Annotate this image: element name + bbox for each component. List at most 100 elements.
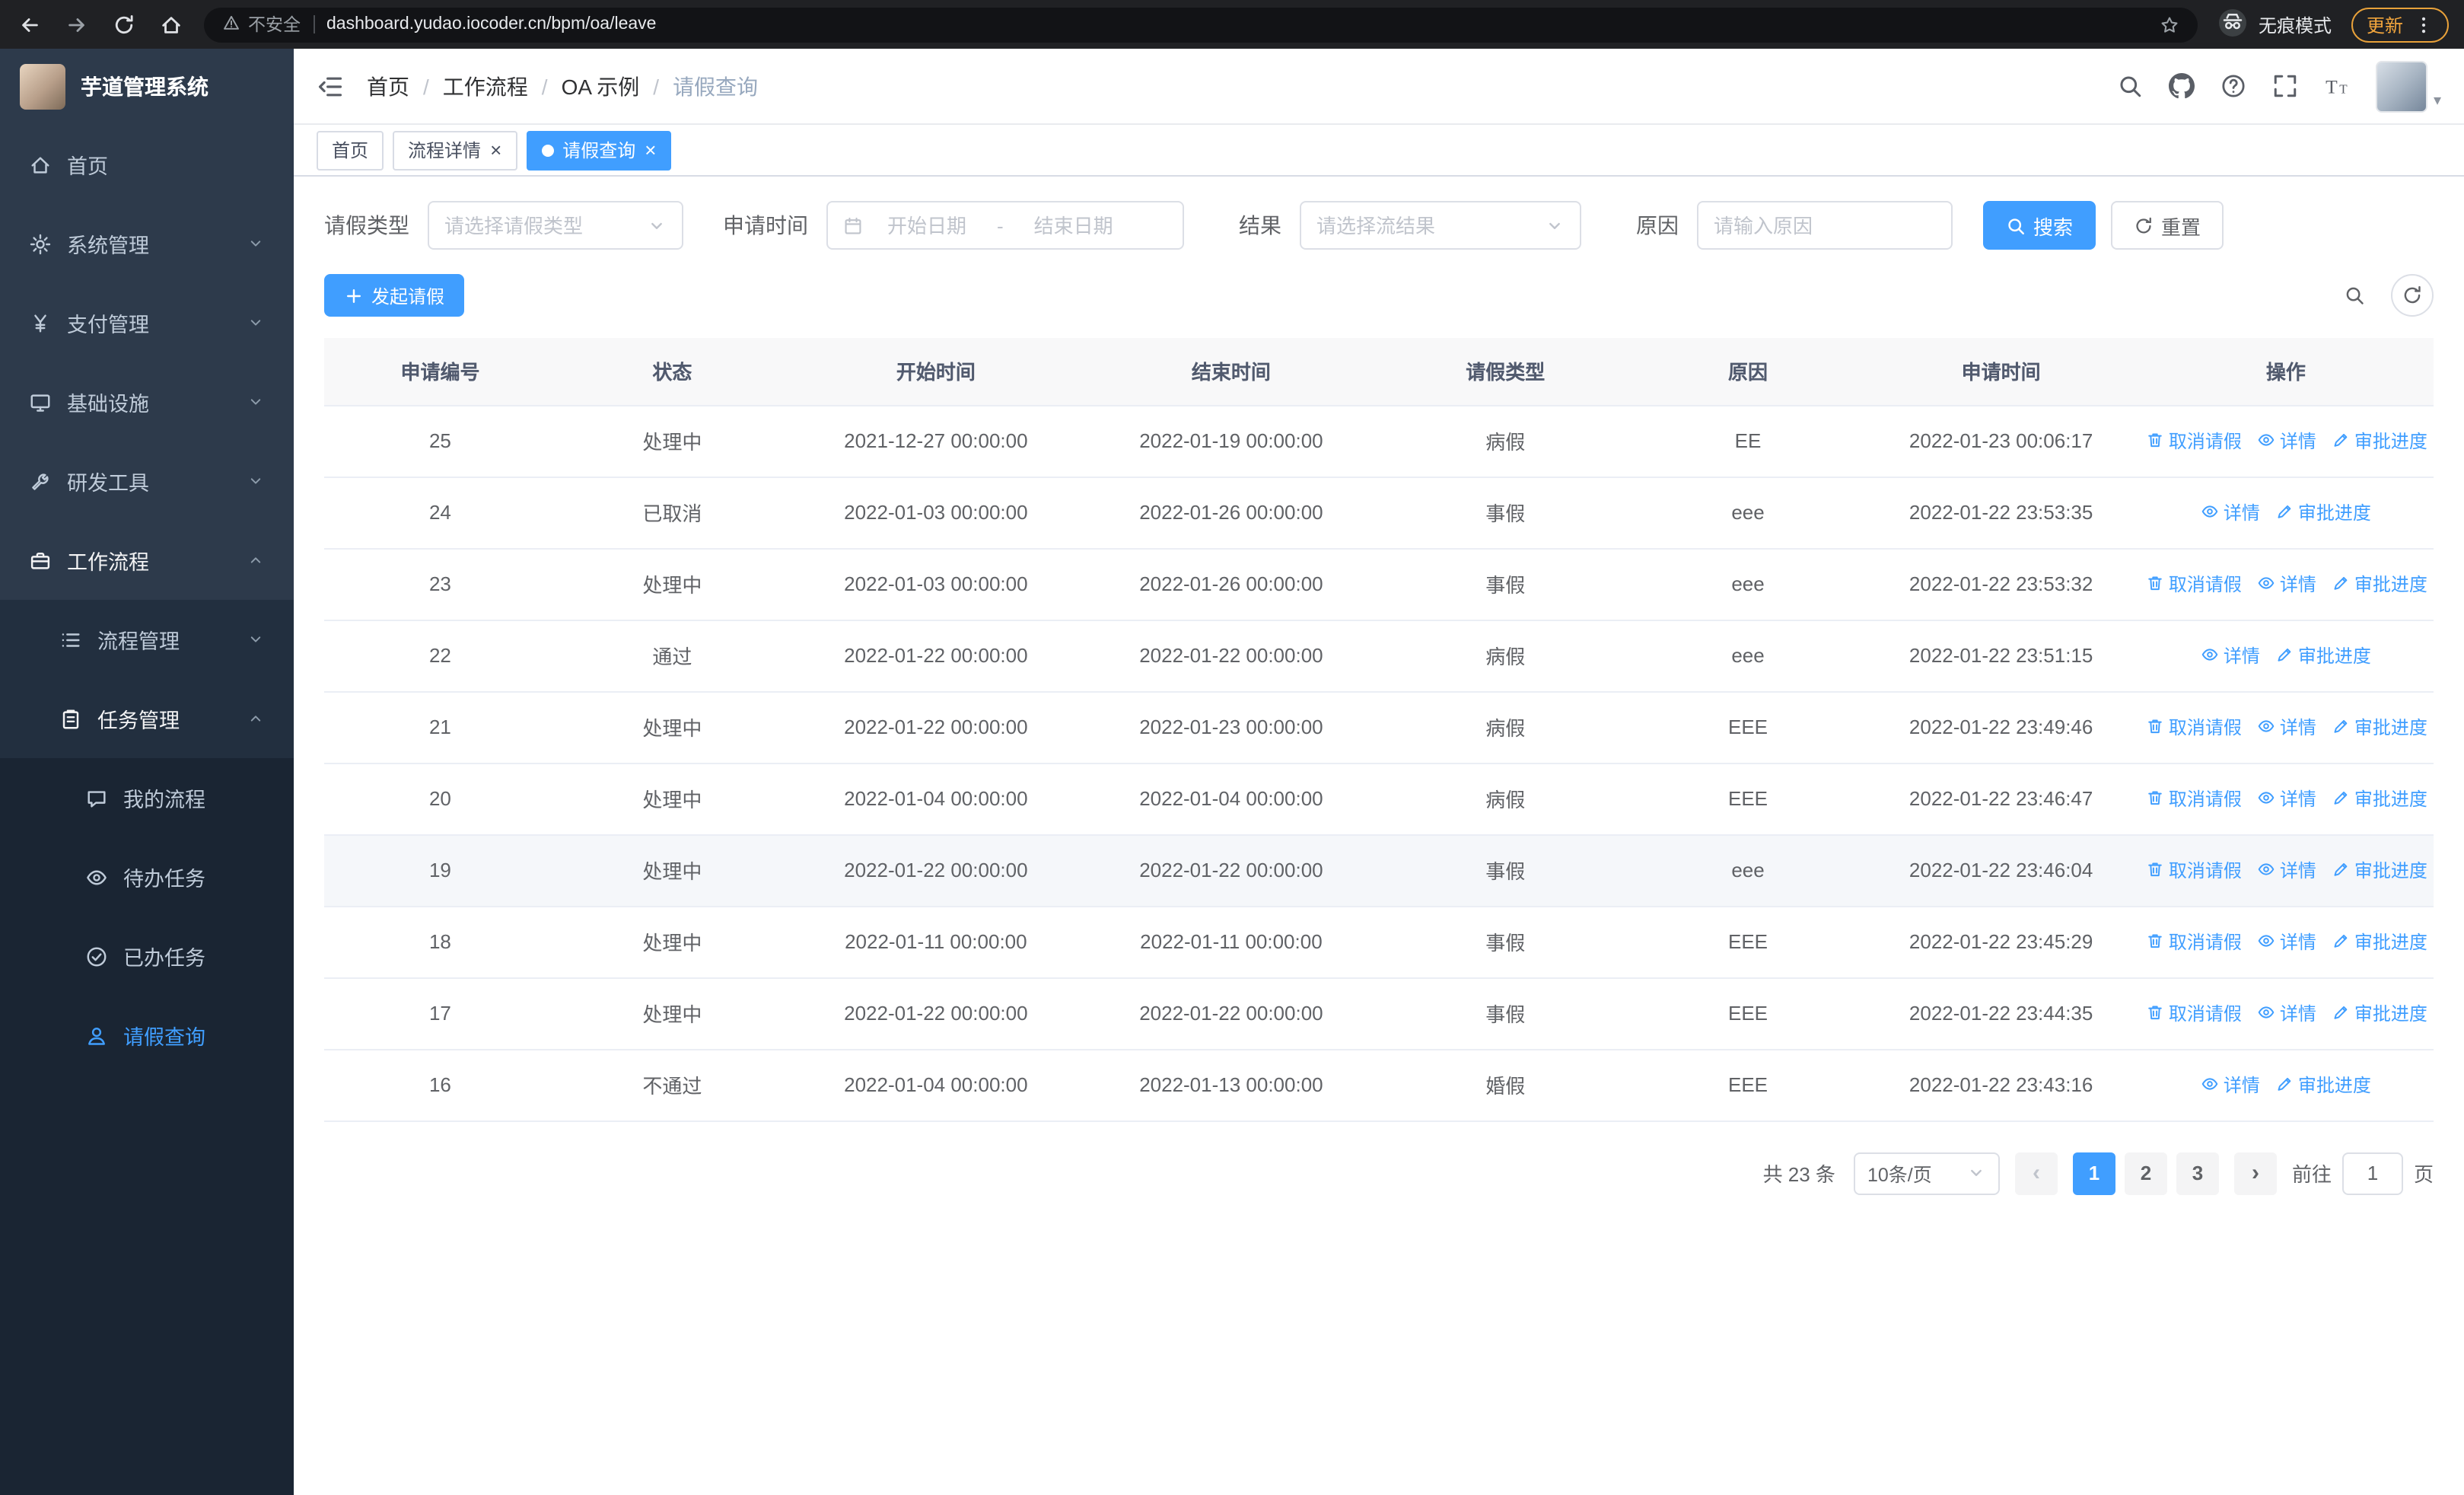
detail-link[interactable]: 详情 [2257, 929, 2316, 955]
table-row: 22 通过 2022-01-22 00:00:00 2022-01-22 00:00:… [324, 620, 2434, 692]
sidebar-item-task-mgmt[interactable]: 任务管理 [0, 679, 294, 758]
detail-link[interactable]: 详情 [2257, 1000, 2316, 1026]
search-icon[interactable] [2117, 73, 2143, 99]
cell-type: 婚假 [1378, 1049, 1632, 1121]
toolbar-search-icon[interactable] [2333, 274, 2376, 317]
page-button-3[interactable]: 3 [2176, 1152, 2219, 1194]
cancel-link[interactable]: 取消请假 [2146, 714, 2242, 740]
cell-actions: 详情 审批进度 [2138, 477, 2434, 549]
close-icon[interactable]: × [490, 140, 501, 160]
browser-menu-icon[interactable] [2414, 14, 2434, 34]
cell-actions: 取消请假 详情 审批进度 [2138, 834, 2434, 907]
sidebar-item-workflow[interactable]: 工作流程 [0, 521, 294, 600]
progress-link[interactable]: 审批进度 [2332, 1000, 2427, 1026]
chevron-up-icon [247, 709, 265, 728]
next-page-button[interactable]: › [2233, 1152, 2277, 1194]
sidebar-item-system[interactable]: 系统管理 [0, 204, 294, 283]
breadcrumb-item[interactable]: 工作流程 [443, 71, 528, 101]
browser-home-icon[interactable] [157, 11, 184, 38]
reload-icon[interactable] [110, 11, 137, 38]
app-logo[interactable]: 芋道管理系统 [0, 49, 294, 125]
detail-link[interactable]: 详情 [2201, 499, 2260, 525]
chevron-down-icon [247, 630, 265, 649]
prev-page-button[interactable]: ‹ [2014, 1152, 2058, 1194]
cancel-link[interactable]: 取消请假 [2146, 857, 2242, 883]
tab-process-detail[interactable]: 流程详情 × [393, 130, 517, 170]
leave-type-select[interactable] [428, 201, 683, 250]
detail-link[interactable]: 详情 [2201, 642, 2260, 668]
sidebar-item-my-process[interactable]: 我的流程 [0, 758, 294, 837]
forward-icon[interactable] [62, 11, 90, 38]
sidebar-item-leave-query[interactable]: 请假查询 [0, 996, 294, 1075]
cell-status: 不通过 [556, 1049, 788, 1121]
sidebar-item-todo-task[interactable]: 待办任务 [0, 837, 294, 916]
detail-link[interactable]: 详情 [2257, 857, 2316, 883]
end-date-input[interactable] [1018, 214, 1129, 237]
eye-icon [85, 865, 108, 888]
cell-start: 2022-01-22 00:00:00 [788, 620, 1084, 692]
back-icon[interactable] [15, 11, 43, 38]
progress-link-label: 审批进度 [2354, 859, 2427, 881]
page-button-1[interactable]: 1 [2072, 1152, 2115, 1194]
cell-status: 通过 [556, 620, 788, 692]
progress-link[interactable]: 审批进度 [2332, 714, 2427, 740]
cancel-link[interactable]: 取消请假 [2146, 1000, 2242, 1026]
bookmark-star-icon[interactable] [2160, 14, 2179, 34]
progress-link[interactable]: 审批进度 [2332, 857, 2427, 883]
cancel-link[interactable]: 取消请假 [2146, 929, 2242, 955]
collapse-sidebar-icon[interactable] [317, 72, 344, 100]
security-warning[interactable]: 不安全 [222, 12, 301, 37]
search-button[interactable]: 搜索 [1983, 201, 2096, 250]
page-button-2[interactable]: 2 [2124, 1152, 2167, 1194]
detail-link[interactable]: 详情 [2257, 428, 2316, 454]
tab-home[interactable]: 首页 [317, 130, 384, 170]
detail-link[interactable]: 详情 [2257, 786, 2316, 811]
github-icon[interactable] [2168, 73, 2195, 99]
cancel-link[interactable]: 取消请假 [2146, 571, 2242, 597]
help-icon[interactable] [2220, 73, 2246, 99]
sidebar-item-infrastructure[interactable]: 基础设施 [0, 362, 294, 441]
start-date-input[interactable] [872, 214, 982, 237]
cancel-link[interactable]: 取消请假 [2146, 786, 2242, 811]
page-size-select[interactable]: 10条/页 [1853, 1152, 2000, 1194]
detail-link[interactable]: 详情 [2201, 1072, 2260, 1098]
toolbar-refresh-icon[interactable] [2391, 274, 2434, 317]
goto-page-input[interactable] [2341, 1152, 2403, 1194]
delete-icon [2146, 932, 2164, 951]
browser-update-button[interactable]: 更新 [2351, 7, 2449, 42]
date-range-picker[interactable]: - [826, 201, 1184, 250]
progress-link[interactable]: 审批进度 [2275, 499, 2371, 525]
progress-link[interactable]: 审批进度 [2332, 571, 2427, 597]
sidebar-item-process-mgmt[interactable]: 流程管理 [0, 600, 294, 679]
leave-type-input[interactable] [444, 214, 638, 237]
breadcrumb-item[interactable]: 首页 [367, 71, 409, 101]
sidebar-item-payment[interactable]: 支付管理 [0, 283, 294, 362]
sidebar-item-dev-tools[interactable]: 研发工具 [0, 441, 294, 521]
reason-field[interactable] [1697, 201, 1953, 250]
detail-link[interactable]: 详情 [2257, 571, 2316, 597]
user-menu[interactable]: ▾ [2375, 60, 2441, 112]
sidebar-item-home[interactable]: 首页 [0, 125, 294, 204]
result-select[interactable] [1300, 201, 1581, 250]
address-bar[interactable]: 不安全 dashboard.yudao.iocoder.cn/bpm/oa/le… [204, 7, 2198, 42]
reset-button[interactable]: 重置 [2111, 201, 2224, 250]
progress-link[interactable]: 审批进度 [2275, 642, 2371, 668]
breadcrumb-item[interactable]: OA 示例 [562, 71, 640, 101]
result-input[interactable] [1316, 214, 1536, 237]
progress-link[interactable]: 审批进度 [2332, 428, 2427, 454]
progress-link-label: 审批进度 [2354, 788, 2427, 810]
close-icon[interactable]: × [645, 140, 656, 160]
cell-id: 20 [324, 763, 556, 835]
progress-link[interactable]: 审批进度 [2332, 786, 2427, 811]
create-leave-button[interactable]: 发起请假 [324, 274, 465, 317]
font-size-icon[interactable]: TT [2324, 73, 2350, 99]
detail-link[interactable]: 详情 [2257, 714, 2316, 740]
progress-link[interactable]: 审批进度 [2275, 1072, 2371, 1098]
reason-input[interactable] [1714, 214, 1936, 237]
fullscreen-icon[interactable] [2272, 73, 2298, 99]
column-header: 申请时间 [1864, 338, 2138, 406]
progress-link[interactable]: 审批进度 [2332, 929, 2427, 955]
sidebar-item-done-task[interactable]: 已办任务 [0, 916, 294, 996]
tab-leave-query[interactable]: 请假查询 × [526, 130, 672, 170]
cancel-link[interactable]: 取消请假 [2146, 428, 2242, 454]
